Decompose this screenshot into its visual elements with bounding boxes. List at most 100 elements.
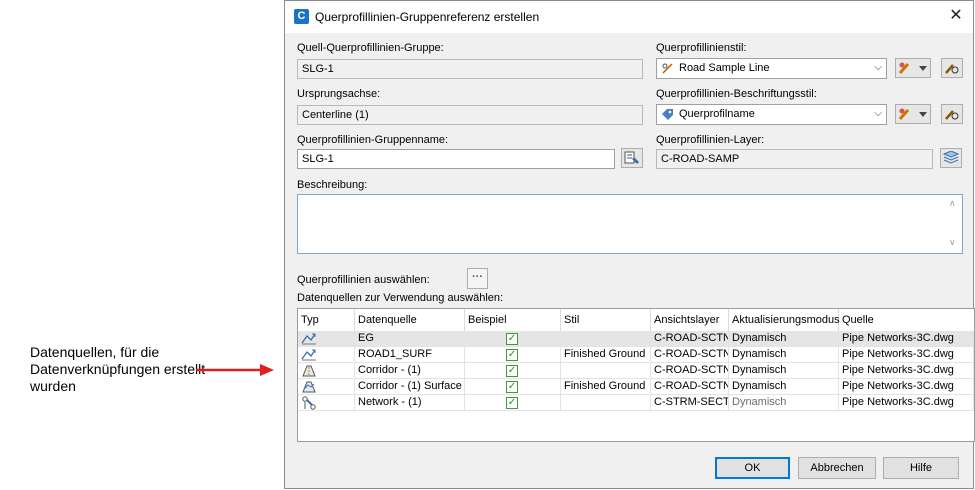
dialog-title: Querprofillinien-Gruppenreferenz erstell… (315, 10, 540, 24)
scroll-up-icon[interactable]: ∧ (949, 198, 956, 209)
origin-axis-label: Ursprungsachse: (297, 88, 381, 100)
cell-source: Network - (1) (355, 395, 465, 411)
dialog-window: C Querprofillinien-Gruppenreferenz erste… (284, 0, 975, 489)
col-header-update-mode[interactable]: Aktualisierungsmodus (729, 309, 840, 331)
layer-select-button[interactable] (940, 148, 962, 168)
cell-sample: ✓ (465, 331, 561, 347)
sample-checkbox[interactable]: ✓ (506, 381, 518, 393)
cell-source: Corridor - (1) Surface (355, 379, 465, 395)
chevron-down-icon: ⌵ (874, 108, 882, 119)
cell-type (298, 363, 355, 379)
cell-origin: Pipe Networks-3C.dwg (839, 331, 974, 347)
cell-sample: ✓ (465, 379, 561, 395)
cell-mode: Dynamisch (729, 331, 839, 347)
cell-sample: ✓ (465, 347, 561, 363)
col-header-layer[interactable]: Ansichtslayer (651, 309, 729, 331)
label-style-value: Querprofilname (679, 108, 755, 120)
table-row[interactable]: Corridor - (1) Surface ✓ Finished Ground C-… (298, 379, 974, 395)
source-group-label: Quell-Querprofillinien-Gruppe: (297, 42, 444, 54)
table-row[interactable]: Network - (1) ✓ C-STRM-SECT Dynamisch Pipe N… (298, 395, 974, 411)
label-style-select[interactable]: Querprofilname ⌵ (656, 104, 887, 125)
description-scrollbar[interactable]: ∧ ∨ (946, 195, 962, 253)
cell-style: Finished Ground (561, 379, 651, 395)
group-name-label: Querprofillinien-Gruppenname: (297, 134, 449, 146)
help-button[interactable]: Hilfe (883, 457, 959, 479)
name-template-button[interactable] (621, 148, 643, 168)
cell-origin: Pipe Networks-3C.dwg (839, 395, 974, 411)
sample-checkbox[interactable]: ✓ (506, 365, 518, 377)
layers-icon (942, 150, 960, 164)
scroll-down-icon[interactable]: ∨ (949, 237, 956, 248)
label-style-browse-button[interactable] (941, 104, 963, 124)
cell-type (298, 347, 355, 363)
col-header-style[interactable]: Stil (561, 309, 651, 331)
table-row[interactable]: Corridor - (1) ✓ C-ROAD-SCTN Dynamisch Pipe … (298, 363, 974, 379)
select-lines-button[interactable]: ··· (467, 268, 488, 289)
name-template-icon (624, 151, 639, 164)
title-bar: C Querprofillinien-Gruppenreferenz erste… (285, 1, 973, 33)
close-button[interactable]: ✕ (945, 6, 967, 26)
cell-source: ROAD1_SURF (355, 347, 465, 363)
layer-field: C-ROAD-SAMP (656, 149, 933, 169)
sample-checkbox[interactable]: ✓ (506, 333, 518, 345)
cell-origin: Pipe Networks-3C.dwg (839, 379, 974, 395)
cell-layer: C-ROAD-SCTN (651, 347, 729, 363)
label-tag-icon (662, 109, 673, 120)
callout-arrow-icon (196, 364, 274, 376)
table-row[interactable]: ROAD1_SURF ✓ Finished Ground C-ROAD-SCTN Dyn… (298, 347, 974, 363)
sample-line-style-select[interactable]: Road Sample Line ⌵ (656, 58, 887, 79)
cell-sample: ✓ (465, 395, 561, 411)
col-header-origin[interactable]: Quelle (839, 309, 974, 331)
source-group-field: SLG-1 (297, 59, 643, 79)
corridor-icon (302, 365, 316, 377)
cell-type (298, 331, 355, 347)
layer-label: Querprofillinien-Layer: (656, 134, 765, 146)
style-edit-icon (898, 108, 927, 120)
cell-layer: C-ROAD-SCTN (651, 379, 729, 395)
cell-style (561, 331, 651, 347)
col-header-source[interactable]: Datenquelle (355, 309, 465, 331)
cell-layer: C-ROAD-SCTN (651, 331, 729, 347)
civil3d-app-icon: C (294, 9, 309, 24)
data-sources-table: Typ Datenquelle Beispiel Stil Ansichtsla… (297, 308, 975, 442)
corridor-surface-icon (302, 381, 316, 393)
cell-layer: C-STRM-SECT (651, 395, 729, 411)
cell-mode: Dynamisch (729, 347, 839, 363)
origin-axis-field: Centerline (1) (297, 105, 643, 125)
description-textarea[interactable]: ∧ ∨ (297, 194, 963, 254)
cell-source: EG (355, 331, 465, 347)
cell-origin: Pipe Networks-3C.dwg (839, 347, 974, 363)
ok-button[interactable]: OK (715, 457, 790, 479)
sample-line-style-edit-button[interactable] (895, 58, 931, 78)
cell-type (298, 395, 355, 411)
sample-line-style-label: Querprofillinienstil: (656, 42, 747, 54)
group-name-input[interactable]: SLG-1 (297, 149, 615, 169)
label-style-label: Querprofillinien-Beschriftungsstil: (656, 88, 817, 100)
surface-icon (301, 349, 316, 361)
style-browse-icon (945, 110, 959, 120)
callout-text: Datenquellen, für die Datenverknüpfungen… (30, 344, 206, 394)
pipe-network-icon (302, 396, 316, 410)
description-label: Beschreibung: (297, 179, 368, 191)
label-style-edit-button[interactable] (895, 104, 931, 124)
sample-line-style-value: Road Sample Line (679, 62, 770, 74)
col-header-sample[interactable]: Beispiel (465, 309, 561, 331)
sample-line-style-browse-button[interactable] (941, 58, 963, 78)
cell-style: Finished Ground (561, 347, 651, 363)
surface-icon (301, 333, 316, 345)
table-row[interactable]: EG ✓ C-ROAD-SCTN Dynamisch Pipe Networks-3C.… (298, 331, 974, 347)
cancel-button[interactable]: Abbrechen (798, 457, 876, 479)
cell-layer: C-ROAD-SCTN (651, 363, 729, 379)
style-browse-icon (945, 64, 959, 74)
sample-checkbox[interactable]: ✓ (506, 349, 518, 361)
select-sources-label: Datenquellen zur Verwendung auswählen: (297, 292, 504, 304)
sample-checkbox[interactable]: ✓ (506, 397, 518, 409)
cell-origin: Pipe Networks-3C.dwg (839, 363, 974, 379)
table-header: Typ Datenquelle Beispiel Stil Ansichtsla… (298, 309, 974, 332)
cell-mode: Dynamisch (729, 395, 839, 411)
select-lines-label: Querprofillinien auswählen: (297, 274, 430, 286)
sample-line-icon (662, 63, 673, 74)
col-header-type[interactable]: Typ (298, 309, 355, 331)
cell-mode: Dynamisch (729, 363, 839, 379)
cell-type (298, 379, 355, 395)
